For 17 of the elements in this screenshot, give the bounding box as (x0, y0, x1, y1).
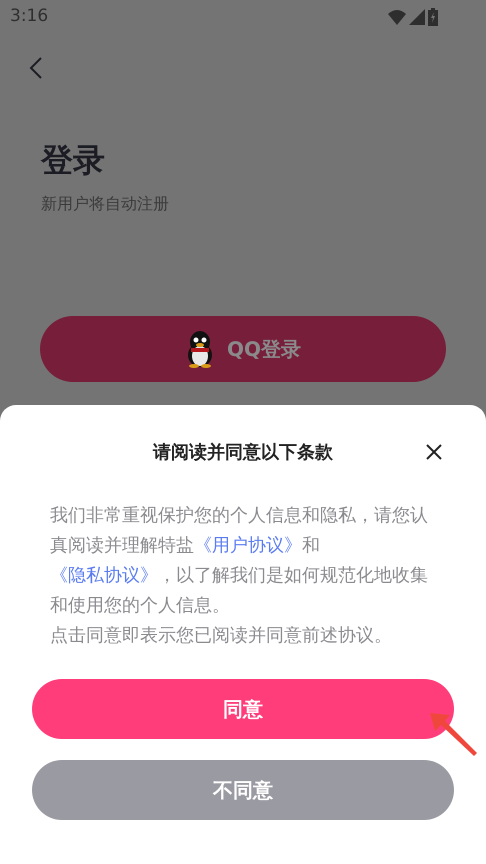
agreement-link[interactable]: 《隐私协议》 (50, 565, 158, 586)
agreement-link[interactable]: 《用户协议》 (194, 535, 302, 556)
back-icon[interactable] (28, 56, 44, 80)
close-icon[interactable] (426, 444, 442, 460)
disagree-button[interactable]: 不同意 (32, 760, 454, 820)
consent-note: 点击同意即表示您已阅读并同意前述协议。 (50, 624, 393, 648)
battery-icon (428, 8, 438, 26)
qq-login-button[interactable]: QQ登录 (40, 316, 446, 382)
status-time: 3:16 (10, 5, 48, 28)
page-subtitle: 新用户将自动注册 (41, 193, 170, 215)
page-title: 登录 (41, 140, 106, 181)
agree-button[interactable]: 同意 (32, 679, 454, 739)
agreement-text: 我们非常重视保护您的个人信息和隐私，请您认真阅读并理解特盐《用户协议》和 《隐私协议》，以了解我们是如何规范化地收集和使用您的个人信息。 (50, 504, 429, 618)
dialog-title: 请阅读并同意以下条款 (153, 440, 333, 464)
wifi-icon (388, 9, 406, 25)
signal-icon (409, 9, 425, 25)
arrow-annotation (430, 713, 478, 757)
